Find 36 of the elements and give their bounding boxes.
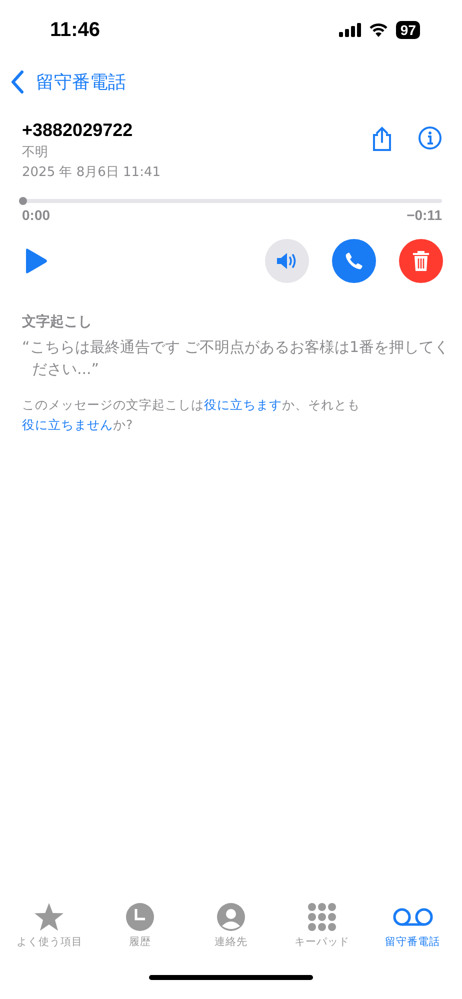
feedback-link[interactable]: 役に立ちます — [204, 396, 282, 412]
star-icon — [33, 902, 66, 932]
tab-item[interactable]: よく使う項目 — [4, 902, 95, 949]
status-time: 11:46 — [50, 18, 100, 42]
feedback-link[interactable]: 役に立ちません — [22, 416, 113, 432]
caller-number: +3882029722 — [22, 120, 134, 141]
speaker-icon — [276, 251, 298, 271]
tab-item[interactable]: 留守番電話 — [367, 902, 458, 949]
info-icon[interactable] — [418, 126, 442, 150]
feedback-question: このメッセージの文字起こしは役に立ちますか、それとも 役に立ちませんか? — [22, 396, 361, 434]
tab-item[interactable]: 連絡先 — [186, 902, 276, 949]
share-icon[interactable] — [372, 126, 392, 152]
caller-label: 不明 — [22, 144, 49, 161]
keypad-icon — [306, 902, 337, 932]
person-icon — [216, 902, 246, 932]
remaining-time: −0:11 — [406, 207, 442, 223]
battery-level: 97 — [396, 21, 420, 39]
transcript-heading: 文字起こし — [22, 313, 93, 331]
tab-item[interactable]: キーパッド — [276, 902, 368, 949]
message-date: 2025 年 8月6日 11:41 — [22, 164, 162, 181]
trash-icon — [412, 250, 430, 272]
delete-button[interactable] — [399, 239, 443, 283]
back-button[interactable]: 留守番電話 — [10, 70, 126, 94]
phone-icon — [344, 251, 364, 271]
elapsed-time: 0:00 — [22, 207, 50, 223]
signal-icon — [339, 23, 362, 37]
tab-item[interactable]: 履歴 — [94, 902, 186, 949]
home-indicator[interactable] — [149, 974, 313, 980]
play-icon[interactable] — [24, 248, 48, 274]
clock-icon — [125, 902, 156, 932]
chevron-left-icon — [10, 70, 24, 94]
speaker-button[interactable] — [265, 239, 309, 283]
call-button[interactable] — [332, 239, 376, 283]
transcript-text: “こちらは最終通告です ご不明点があるお客様は1番を押してください...” — [22, 337, 450, 380]
progress-handle[interactable] — [19, 197, 27, 205]
wifi-icon — [369, 23, 388, 37]
